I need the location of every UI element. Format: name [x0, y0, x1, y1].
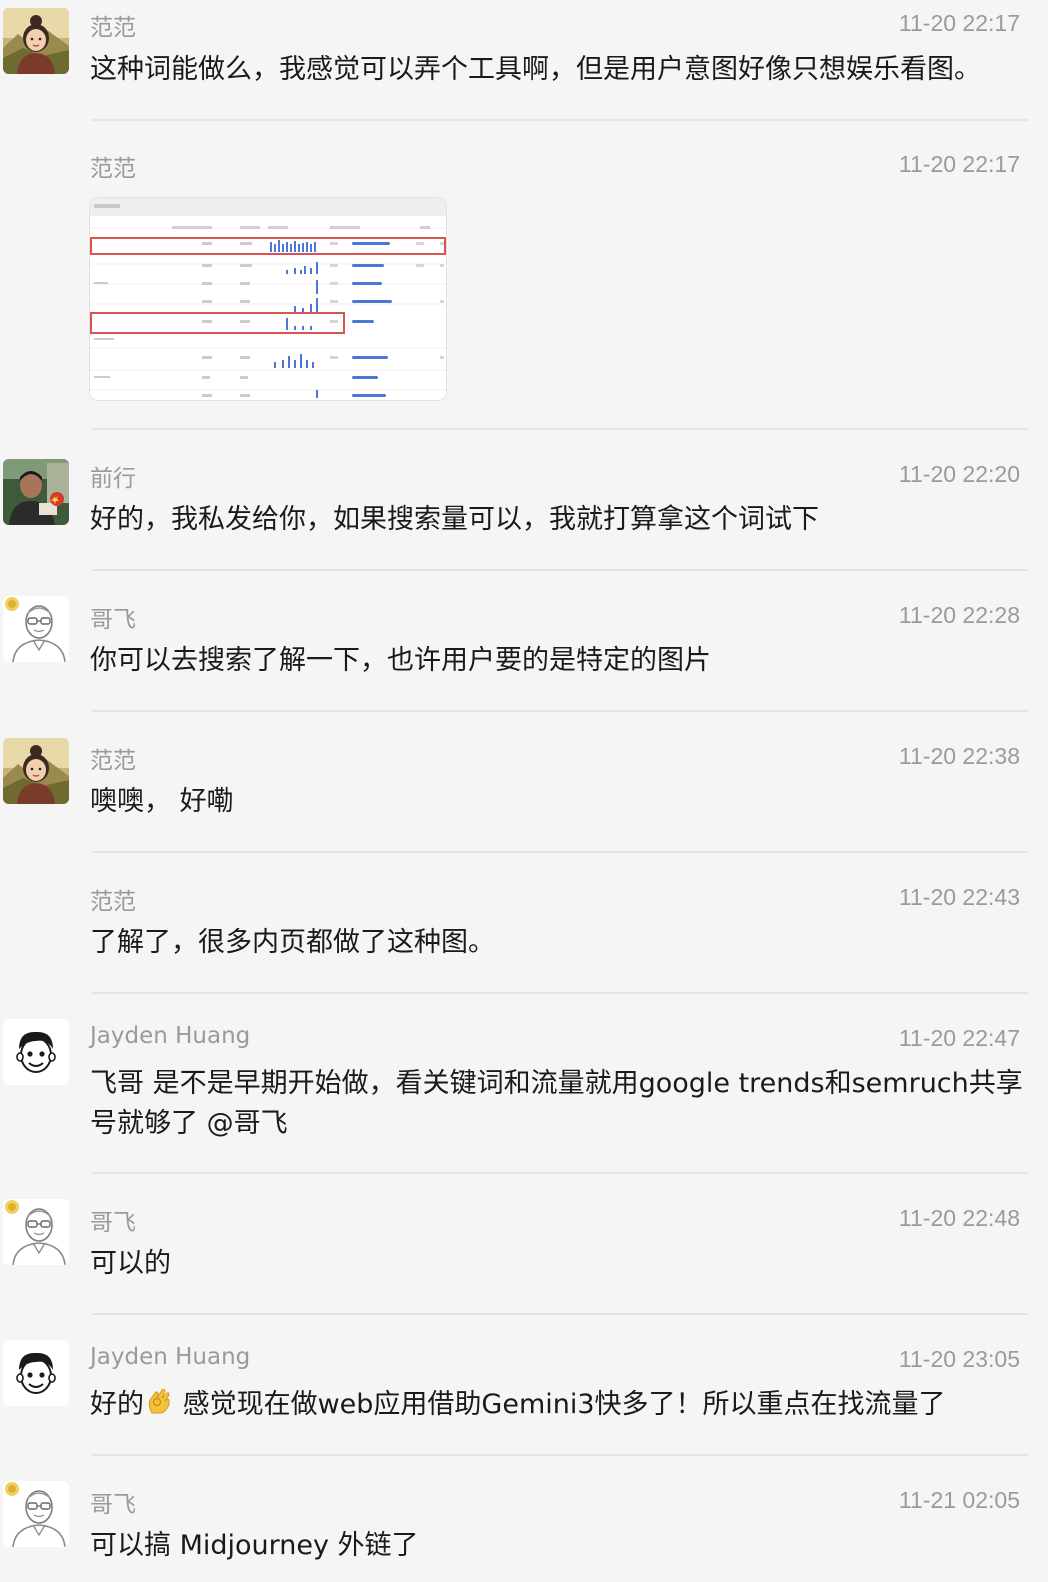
ok-hand-emoji-icon	[144, 1386, 174, 1416]
landscape-girl-avatar[interactable]	[3, 8, 69, 74]
timestamp: 11-20 22:48	[898, 1205, 1020, 1231]
timestamp: 11-20 22:28	[898, 602, 1020, 628]
timestamp: 11-21 02:05	[898, 1487, 1020, 1513]
sender-name[interactable]: Jayden Huang	[90, 1344, 250, 1370]
message-divider	[92, 710, 1028, 712]
sender-name[interactable]: Jayden Huang	[90, 1023, 250, 1049]
message-divider	[92, 1313, 1028, 1315]
sender-name[interactable]: 哥飞	[90, 1203, 136, 1237]
message-text: 飞哥 是不是早期开始做，看关键词和流量就用google trends和semru…	[90, 1068, 1023, 1139]
landscape-girl-avatar[interactable]	[3, 738, 69, 804]
message-text: 好的，我私发给你，如果搜索量可以，我就打算拿这个词试下	[90, 504, 819, 535]
sender-name[interactable]: 范范	[90, 149, 136, 183]
message-divider	[92, 119, 1028, 121]
message-text: 可以搞 Midjourney 外链了	[90, 1530, 419, 1561]
sender-name[interactable]: 范范	[90, 882, 136, 916]
message-divider	[92, 1172, 1028, 1174]
message-text-start: 好的	[90, 1389, 144, 1420]
image-thumbnail[interactable]	[90, 198, 446, 400]
timestamp: 11-20 22:38	[898, 743, 1020, 769]
message-text: 可以的	[90, 1248, 171, 1279]
message-text: 你可以去搜索了解一下，也许用户要的是特定的图片	[90, 645, 711, 676]
timestamp: 11-20 22:17	[898, 151, 1020, 177]
glasses-man-sketch-avatar[interactable]	[3, 596, 69, 662]
sender-name[interactable]: 哥飞	[90, 1485, 136, 1519]
message-divider	[92, 569, 1028, 571]
photo-man-avatar[interactable]	[3, 459, 69, 525]
timestamp: 11-20 23:05	[898, 1346, 1020, 1372]
message-text: 这种词能做么，我感觉可以弄个工具啊，但是用户意图好像只想娱乐看图。	[90, 54, 981, 85]
message-text-end: 感觉现在做web应用借助Gemini3快多了！所以重点在找流量了	[174, 1389, 946, 1420]
cartoon-boy-avatar[interactable]	[3, 1019, 69, 1085]
message-divider	[92, 992, 1028, 994]
sender-name[interactable]: 范范	[90, 8, 136, 42]
glasses-man-sketch-avatar[interactable]	[3, 1199, 69, 1265]
timestamp: 11-20 22:17	[898, 10, 1020, 36]
timestamp: 11-20 22:47	[898, 1025, 1020, 1051]
message-divider	[92, 851, 1028, 853]
sender-name[interactable]: 哥飞	[90, 600, 136, 634]
message-divider	[92, 1454, 1028, 1456]
message-divider	[92, 428, 1028, 430]
glasses-man-sketch-avatar[interactable]	[3, 1481, 69, 1547]
sender-name[interactable]: 前行	[90, 459, 136, 493]
spreadsheet-screenshot-thumbnail	[90, 198, 446, 400]
chat-history: 范范 11-20 22:17 这种词能做么，我感觉可以弄个工具啊，但是用户意图好…	[0, 0, 1048, 1582]
sender-name[interactable]: 范范	[90, 741, 136, 775]
message-text: 好的 感觉现在做web应用借助Gemini3快多了！所以重点在找流量了	[90, 1385, 1025, 1425]
message-text: 了解了，很多内页都做了这种图。	[90, 927, 495, 958]
cartoon-boy-avatar[interactable]	[3, 1340, 69, 1406]
message-text: 噢噢， 好嘞	[90, 786, 234, 817]
timestamp: 11-20 22:43	[898, 884, 1020, 910]
timestamp: 11-20 22:20	[898, 461, 1020, 487]
